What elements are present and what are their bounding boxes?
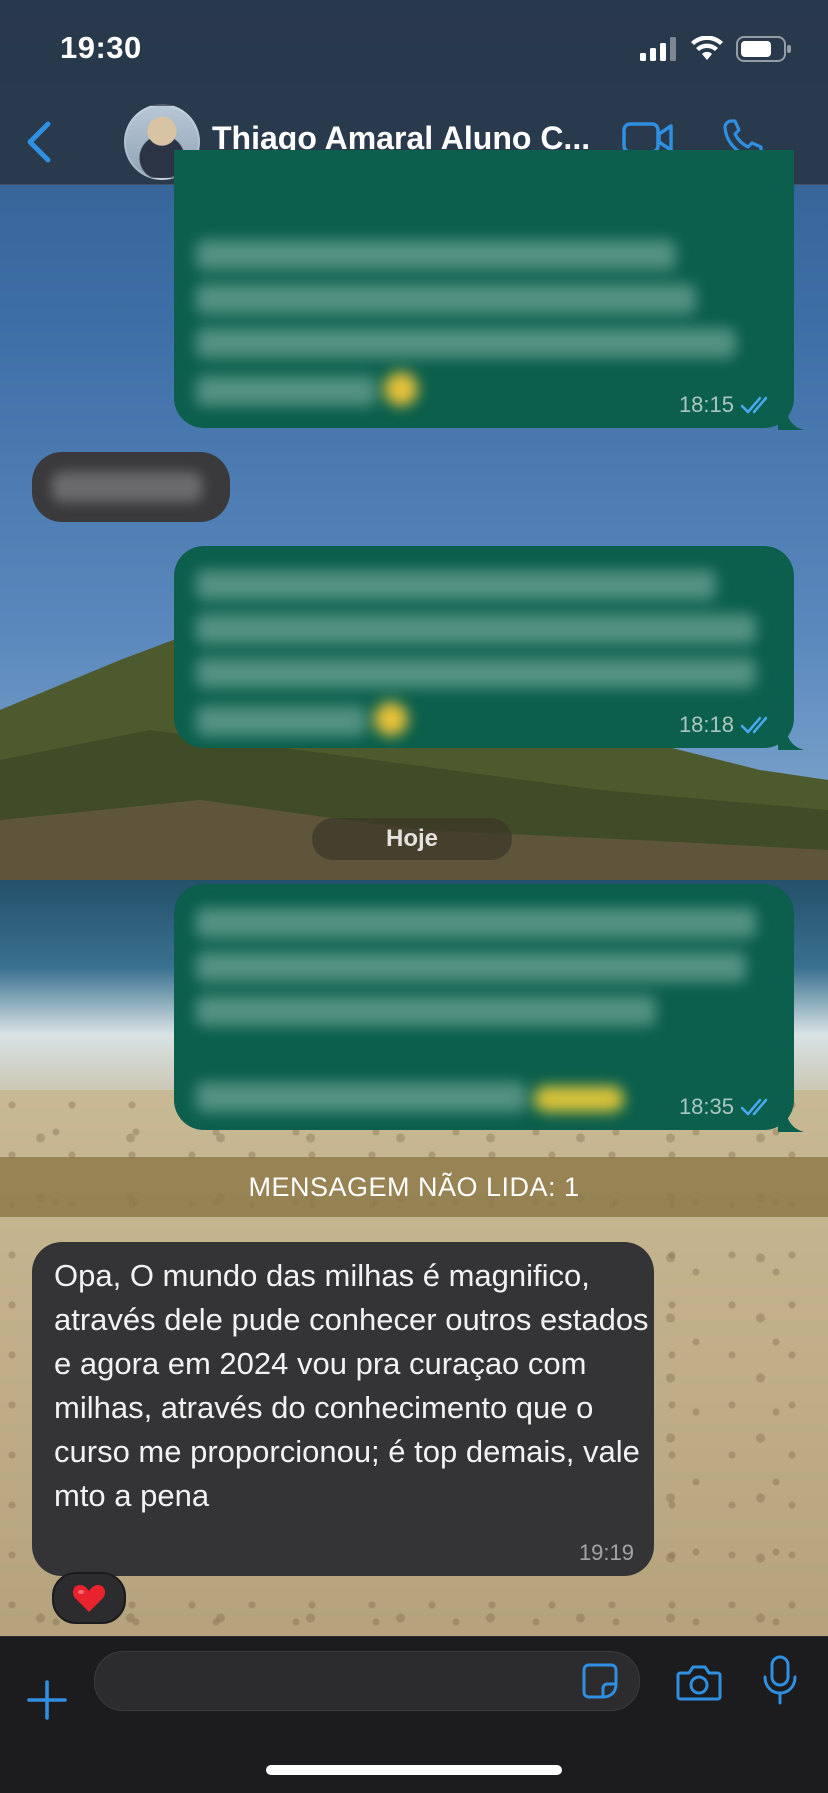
- read-receipt-icon: [740, 396, 768, 414]
- message-timestamp: 18:18: [679, 712, 774, 738]
- bubble-tail: [778, 1106, 804, 1132]
- composer-bar: [0, 1636, 828, 1793]
- message-timestamp: 18:15: [679, 392, 774, 418]
- outgoing-message[interactable]: 18:35: [174, 884, 804, 1132]
- message-text: Opa, O mundo das milhas é magnifico, atr…: [54, 1258, 649, 1513]
- heart-reaction[interactable]: [52, 1572, 126, 1624]
- incoming-message[interactable]: Opa, O mundo das milhas é magnifico, atr…: [32, 1242, 654, 1576]
- blurred-message-text: [196, 908, 772, 1124]
- date-divider: Hoje: [312, 818, 512, 860]
- message-timestamp: 18:35: [679, 1094, 774, 1120]
- home-indicator[interactable]: [266, 1765, 562, 1775]
- incoming-message-blurred[interactable]: [32, 452, 230, 522]
- outgoing-message[interactable]: 18:15: [174, 150, 804, 430]
- mic-icon[interactable]: [760, 1655, 800, 1705]
- unread-messages-banner: MENSAGEM NÃO LIDA: 1: [0, 1157, 828, 1217]
- battery-icon: [736, 36, 791, 62]
- sticker-icon[interactable]: [581, 1662, 619, 1700]
- read-receipt-icon: [740, 716, 768, 734]
- camera-icon[interactable]: [676, 1663, 722, 1701]
- bubble-tail: [778, 724, 804, 750]
- status-time: 19:30: [60, 30, 142, 65]
- message-timestamp: 19:19: [578, 1540, 634, 1565]
- outgoing-message[interactable]: 18:18: [174, 546, 804, 750]
- heart-icon: [72, 1585, 106, 1612]
- read-receipt-icon: [740, 1098, 768, 1116]
- wifi-icon: [691, 36, 723, 60]
- status-icons: [640, 36, 792, 62]
- plus-icon[interactable]: [26, 1679, 68, 1721]
- message-input[interactable]: [115, 1652, 559, 1712]
- status-bar: 19:30: [0, 0, 828, 96]
- back-icon[interactable]: [22, 120, 58, 164]
- signal-icon: [640, 37, 676, 61]
- bubble-tail: [778, 404, 804, 430]
- blurred-message-text: [52, 472, 202, 502]
- message-input-field[interactable]: [94, 1651, 640, 1712]
